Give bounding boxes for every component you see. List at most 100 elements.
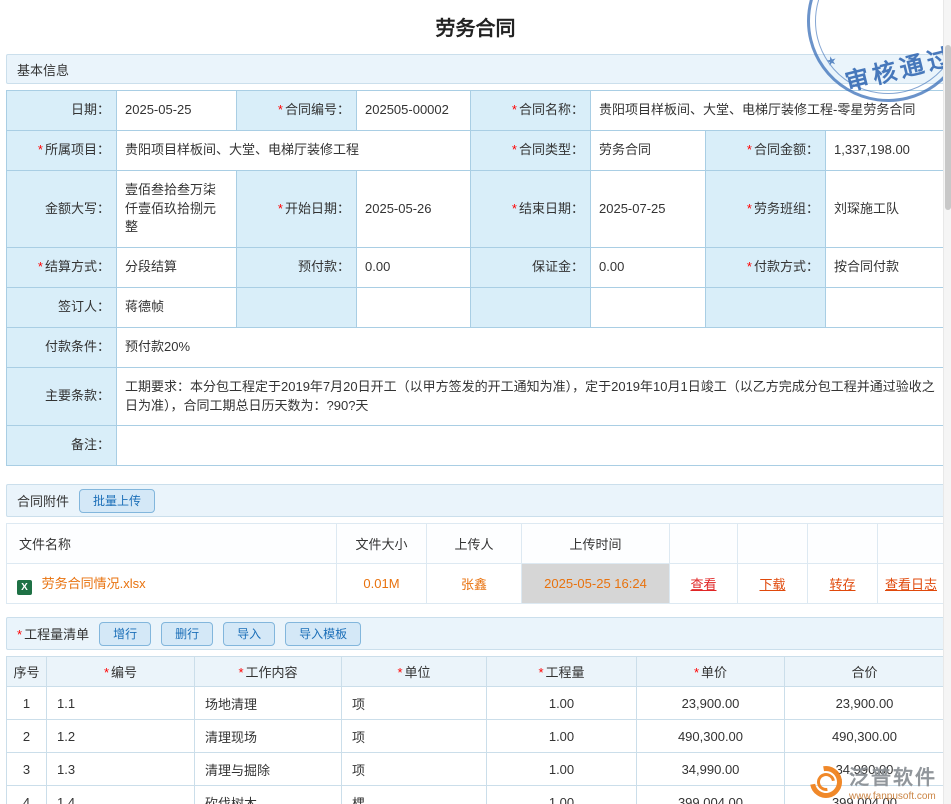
action-cell: 下载 <box>738 564 808 604</box>
boq-header-row: 序号 *编号 *工作内容 *单位 *工程量 *单价 合价 <box>7 657 945 687</box>
col-header-uploader: 上传人 <box>427 524 522 564</box>
seq-cell: 2 <box>7 720 47 753</box>
attachment-file-link[interactable]: 劳务合同情况.xlsx <box>42 576 146 591</box>
total-cell: 23,900.00 <box>785 687 945 720</box>
form-row: 签订人： 蒋德帧 <box>7 288 945 328</box>
remark-value <box>117 426 945 466</box>
basic-info-title: 基本信息 <box>17 60 69 79</box>
boq-row: 1 1.1 场地清理 项 1.00 23,900.00 23,900.00 <box>7 687 945 720</box>
contract-type-value: 劳务合同 <box>591 130 706 170</box>
col-header-action <box>808 524 878 564</box>
empty-value <box>357 288 471 328</box>
col-header-action <box>738 524 808 564</box>
amount-caps-value: 壹佰叁拾叁万柒仟壹佰玖拾捌元整 <box>117 170 237 248</box>
attachment-row: 劳务合同情况.xlsx 0.01M 张鑫 2025-05-25 16:24 查看… <box>7 564 945 604</box>
form-row: 金额大写： 壹佰叁拾叁万柒仟壹佰玖拾捌元整 *开始日期： 2025-05-26 … <box>7 170 945 248</box>
pay-terms-value: 预付款20% <box>117 327 945 367</box>
contract-amount-label: *合同金额： <box>706 130 826 170</box>
price-cell: 399,004.00 <box>637 786 785 804</box>
settlement-value: 分段结算 <box>117 248 237 288</box>
col-header-action <box>670 524 738 564</box>
watermark-brand: 泛普软件 <box>849 761 937 790</box>
quantity-cell: 1.00 <box>487 786 637 804</box>
add-row-button[interactable]: 增行 <box>99 622 151 646</box>
import-template-button[interactable]: 导入模板 <box>285 622 361 646</box>
form-row: 备注： <box>7 426 945 466</box>
settlement-label: *结算方式： <box>7 248 117 288</box>
import-button[interactable]: 导入 <box>223 622 275 646</box>
view-link[interactable]: 查看 <box>690 577 716 592</box>
attachments-table: 文件名称 文件大小 上传人 上传时间 劳务合同情况.xlsx 0.01M 张鑫 … <box>6 523 945 604</box>
seq-cell: 4 <box>7 786 47 804</box>
code-cell: 1.4 <box>47 786 195 804</box>
empty-label <box>471 288 591 328</box>
file-size-cell: 0.01M <box>337 564 427 604</box>
download-link[interactable]: 下载 <box>759 577 785 592</box>
boq-toolbar: *工程量清单 增行 删行 导入 导入模板 <box>6 617 945 650</box>
unit-cell: 项 <box>342 687 487 720</box>
scrollbar-thumb[interactable] <box>945 45 951 210</box>
date-label: 日期： <box>7 91 117 131</box>
labor-team-value: 刘琛施工队 <box>826 170 945 248</box>
page-title: 劳务合同 <box>6 0 945 54</box>
fanpu-logo-icon <box>804 759 849 804</box>
labor-contract-page: 劳务合同 审核通过 基本信息 日期： 2025-05-25 *合同编号： 202… <box>0 0 951 804</box>
basic-info-table: 日期： 2025-05-25 *合同编号： 202505-00002 *合同名称… <box>6 90 945 466</box>
action-cell: 转存 <box>808 564 878 604</box>
signer-label: 签订人： <box>7 288 117 328</box>
boq-row: 2 1.2 清理现场 项 1.00 490,300.00 490,300.00 <box>7 720 945 753</box>
upload-time-cell: 2025-05-25 16:24 <box>522 564 670 604</box>
pay-method-value: 按合同付款 <box>826 248 945 288</box>
boq-row: 3 1.3 清理与掘除 项 1.00 34,990.00 34,990.00 <box>7 753 945 786</box>
attachments-header-row: 文件名称 文件大小 上传人 上传时间 <box>7 524 945 564</box>
col-header-seq: 序号 <box>7 657 47 687</box>
prepay-label: 预付款： <box>237 248 357 288</box>
delete-row-button[interactable]: 删行 <box>161 622 213 646</box>
prepay-value: 0.00 <box>357 248 471 288</box>
watermark-site: www.fanpusoft.com <box>849 791 937 802</box>
form-row: 主要条款： 工期要求：本分包工程定于2019年7月20日开工（以甲方签发的开工通… <box>7 367 945 426</box>
view-log-link[interactable]: 查看日志 <box>885 577 937 592</box>
start-date-label: *开始日期： <box>237 170 357 248</box>
save-as-link[interactable]: 转存 <box>829 577 855 592</box>
form-row: *结算方式： 分段结算 预付款： 0.00 保证金： 0.00 *付款方式： 按… <box>7 248 945 288</box>
contract-no-label: *合同编号： <box>237 91 357 131</box>
unit-cell: 项 <box>342 720 487 753</box>
end-date-label: *结束日期： <box>471 170 591 248</box>
excel-file-icon <box>17 580 32 595</box>
date-value: 2025-05-25 <box>117 91 237 131</box>
boq-table: 序号 *编号 *工作内容 *单位 *工程量 *单价 合价 1 1.1 场地清理 … <box>6 656 945 804</box>
main-terms-value: 工期要求：本分包工程定于2019年7月20日开工（以甲方签发的开工通知为准），定… <box>117 367 945 426</box>
empty-label <box>706 288 826 328</box>
col-header-unit: *单位 <box>342 657 487 687</box>
contract-name-value: 贵阳项目样板间、大堂、电梯厅装修工程-零星劳务合同 <box>591 91 945 131</box>
uploader-cell: 张鑫 <box>427 564 522 604</box>
price-cell: 34,990.00 <box>637 753 785 786</box>
quantity-cell: 1.00 <box>487 687 637 720</box>
deposit-label: 保证金： <box>471 248 591 288</box>
form-row: 付款条件： 预付款20% <box>7 327 945 367</box>
seq-cell: 3 <box>7 753 47 786</box>
code-cell: 1.1 <box>47 687 195 720</box>
start-date-value: 2025-05-26 <box>357 170 471 248</box>
batch-upload-button[interactable]: 批量上传 <box>79 489 155 513</box>
pay-terms-label: 付款条件： <box>7 327 117 367</box>
action-cell: 查看日志 <box>878 564 945 604</box>
quantity-cell: 1.00 <box>487 720 637 753</box>
scrollbar[interactable] <box>943 0 951 804</box>
attachments-header: 合同附件 批量上传 <box>6 484 945 517</box>
unit-cell: 棵 <box>342 786 487 804</box>
attachments-title: 合同附件 <box>17 491 69 510</box>
code-cell: 1.2 <box>47 720 195 753</box>
code-cell: 1.3 <box>47 753 195 786</box>
col-header-file-size: 文件大小 <box>337 524 427 564</box>
basic-info-header: 基本信息 <box>6 54 945 84</box>
boq-row: 4 1.4 砍伐树木 棵 1.00 399,004.00 399,004.00 <box>7 786 945 804</box>
seq-cell: 1 <box>7 687 47 720</box>
col-header-quantity: *工程量 <box>487 657 637 687</box>
action-cell: 查看 <box>670 564 738 604</box>
remark-label: 备注： <box>7 426 117 466</box>
project-label: *所属项目： <box>7 130 117 170</box>
contract-name-label: *合同名称： <box>471 91 591 131</box>
col-header-code: *编号 <box>47 657 195 687</box>
